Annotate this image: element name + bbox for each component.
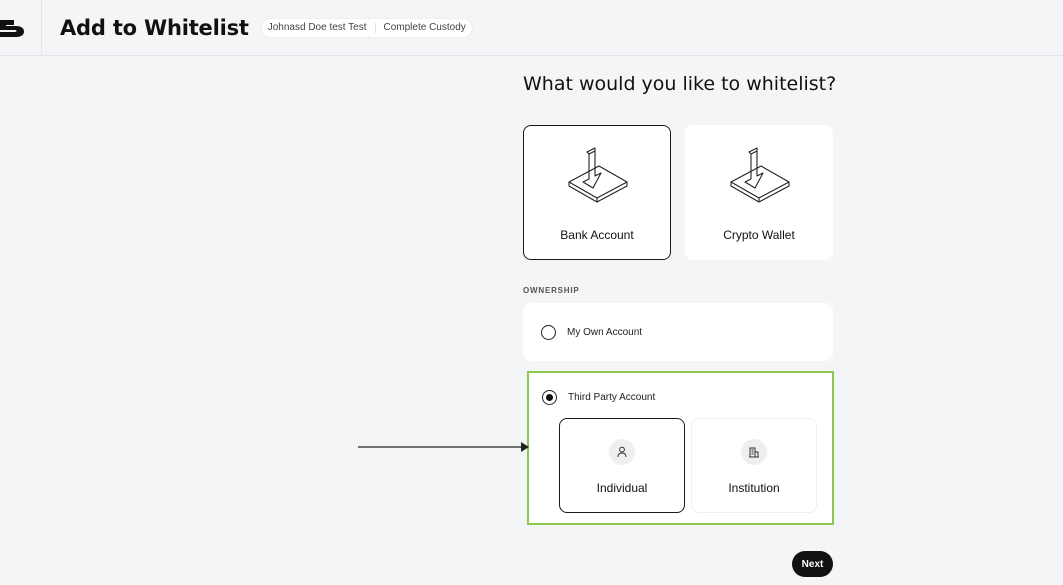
radio-selected[interactable] [542,390,557,405]
page-title: Add to Whitelist [60,15,249,40]
breadcrumb-divider [374,22,376,33]
top-header: Add to Whitelist Johnasd Doe test Test C… [0,0,1063,56]
third-party-type-label: Institution [728,481,780,495]
ownership-option-label: My Own Account [567,326,643,338]
third-party-type-individual[interactable]: Individual [559,418,685,513]
next-button[interactable]: Next [792,551,833,577]
ownership-option-third-party: Third Party Account Individual Instituti… [527,371,834,525]
ownership-section-label: OWNERSHIP [523,286,580,295]
brand-logo-icon [0,19,24,37]
third-party-type-label: Individual [596,481,648,495]
type-card-label: Crypto Wallet [723,228,795,242]
icon-circle [741,439,767,465]
breadcrumb: Johnasd Doe test Test Complete Custody [260,17,473,38]
radio-dot [546,394,553,401]
ownership-option-label: Third Party Account [568,392,656,403]
icon-circle [609,439,635,465]
radio-unselected[interactable] [541,324,556,340]
annotation-arrow-icon [358,442,529,452]
logo[interactable] [0,0,42,56]
building-icon [749,447,759,458]
whitelist-question-heading: What would you like to whitelist? [523,73,837,95]
breadcrumb-account[interactable]: Complete Custody [384,22,466,33]
type-card-bank-account[interactable]: Bank Account [523,125,671,260]
type-card-crypto-wallet[interactable]: Crypto Wallet [685,125,833,260]
ownership-option-my-own[interactable]: My Own Account [523,303,833,361]
third-party-radio-row[interactable]: Third Party Account [542,390,655,405]
third-party-type-institution[interactable]: Institution [691,418,817,513]
deposit-arrow-icon [730,147,790,203]
type-card-label: Bank Account [560,228,634,242]
breadcrumb-client[interactable]: Johnasd Doe test Test [268,22,367,33]
deposit-arrow-icon [568,147,628,203]
person-icon [617,446,627,458]
